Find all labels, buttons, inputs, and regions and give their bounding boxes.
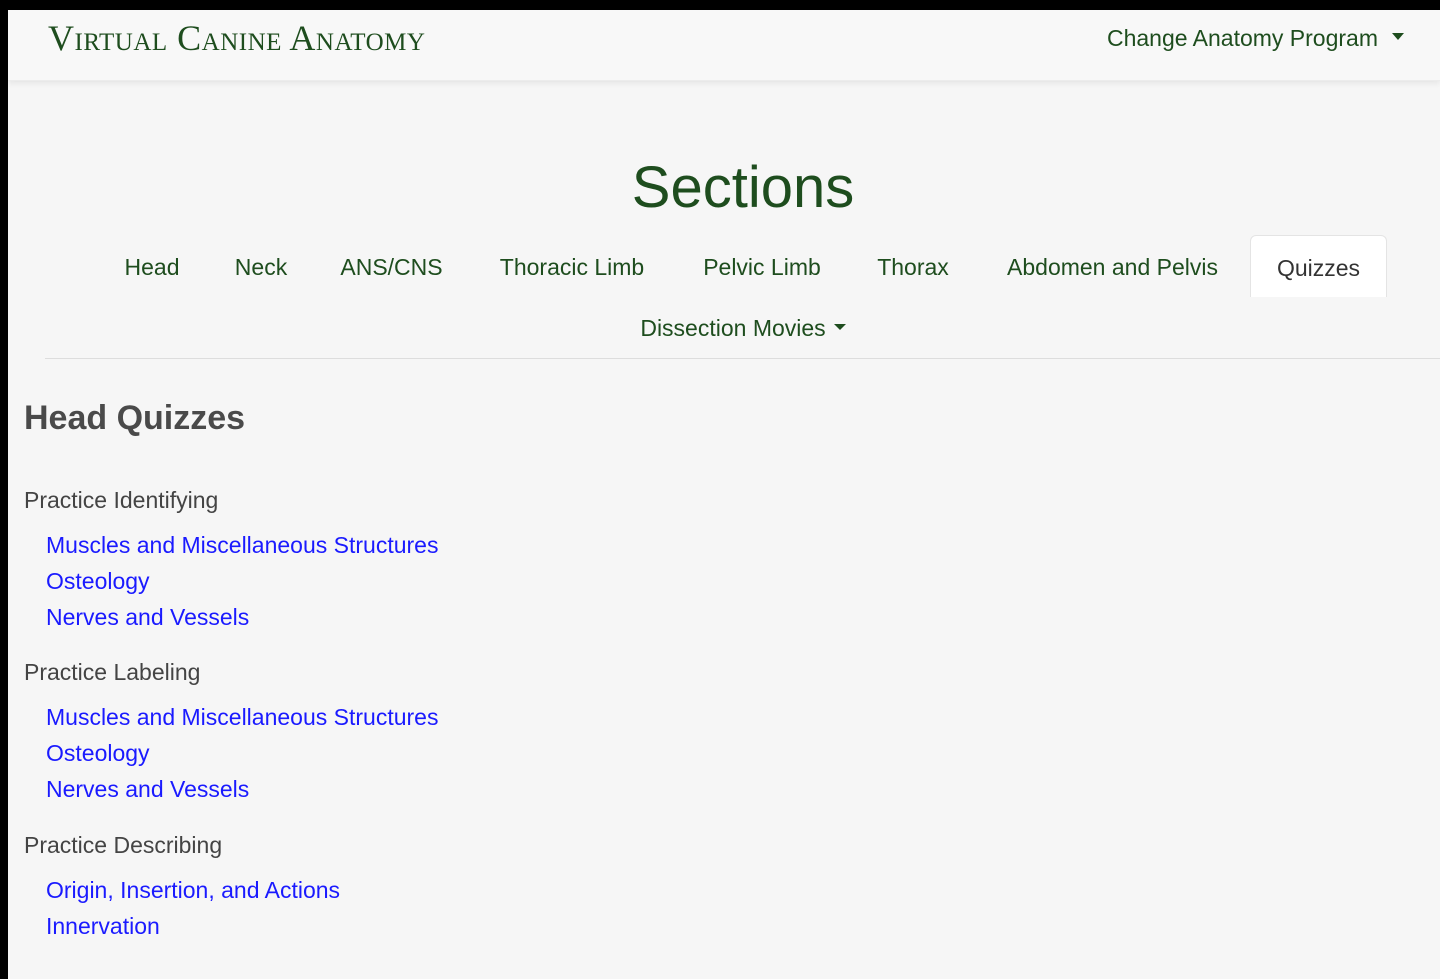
caret-down-icon bbox=[833, 323, 846, 330]
tab-ans-cns[interactable]: ANS/CNS bbox=[328, 235, 455, 297]
page-frame: Virtual Canine Anatomy Change Anatomy Pr… bbox=[8, 10, 1440, 979]
tab-abdomen-and-pelvis[interactable]: Abdomen and Pelvis bbox=[990, 235, 1235, 297]
link-identify-nerves-vessels[interactable]: Nerves and Vessels bbox=[46, 602, 249, 632]
top-navbar: Virtual Canine Anatomy Change Anatomy Pr… bbox=[8, 10, 1440, 81]
dissection-movies-label: Dissection Movies bbox=[640, 315, 826, 341]
section-tabs: Head Neck ANS/CNS Thoracic Limb Pelvic L… bbox=[8, 235, 1440, 297]
tab-thorax[interactable]: Thorax bbox=[863, 235, 963, 297]
section-divider bbox=[45, 358, 1440, 359]
quiz-page-heading: Head Quizzes bbox=[24, 399, 246, 437]
change-program-label: Change Anatomy Program bbox=[1106, 25, 1378, 51]
sections-title: Sections bbox=[631, 155, 855, 220]
link-describe-innervation[interactable]: Innervation bbox=[46, 911, 160, 941]
link-identify-muscles[interactable]: Muscles and Miscellaneous Structures bbox=[46, 530, 438, 560]
change-program-dropdown[interactable]: Change Anatomy Program bbox=[1107, 24, 1404, 52]
link-describe-origin-insertion-actions[interactable]: Origin, Insertion, and Actions bbox=[46, 875, 340, 905]
caret-down-icon bbox=[1392, 33, 1404, 41]
tab-thoracic-limb[interactable]: Thoracic Limb bbox=[482, 235, 662, 297]
link-label-muscles[interactable]: Muscles and Miscellaneous Structures bbox=[46, 702, 438, 732]
tab-quizzes[interactable]: Quizzes bbox=[1250, 235, 1387, 297]
group-label-practice-labeling: Practice Labeling bbox=[24, 659, 201, 685]
tab-head[interactable]: Head bbox=[111, 235, 193, 297]
link-label-nerves-vessels[interactable]: Nerves and Vessels bbox=[46, 774, 249, 804]
tab-pelvic-limb[interactable]: Pelvic Limb bbox=[688, 235, 836, 297]
link-identify-osteology[interactable]: Osteology bbox=[46, 566, 150, 596]
site-brand[interactable]: Virtual Canine Anatomy bbox=[48, 18, 425, 58]
dissection-movies-dropdown[interactable]: Dissection Movies bbox=[8, 310, 1440, 346]
group-label-practice-describing: Practice Describing bbox=[24, 832, 223, 858]
tab-neck[interactable]: Neck bbox=[221, 235, 301, 297]
link-label-osteology[interactable]: Osteology bbox=[46, 738, 150, 768]
group-label-practice-identifying: Practice Identifying bbox=[24, 487, 219, 513]
